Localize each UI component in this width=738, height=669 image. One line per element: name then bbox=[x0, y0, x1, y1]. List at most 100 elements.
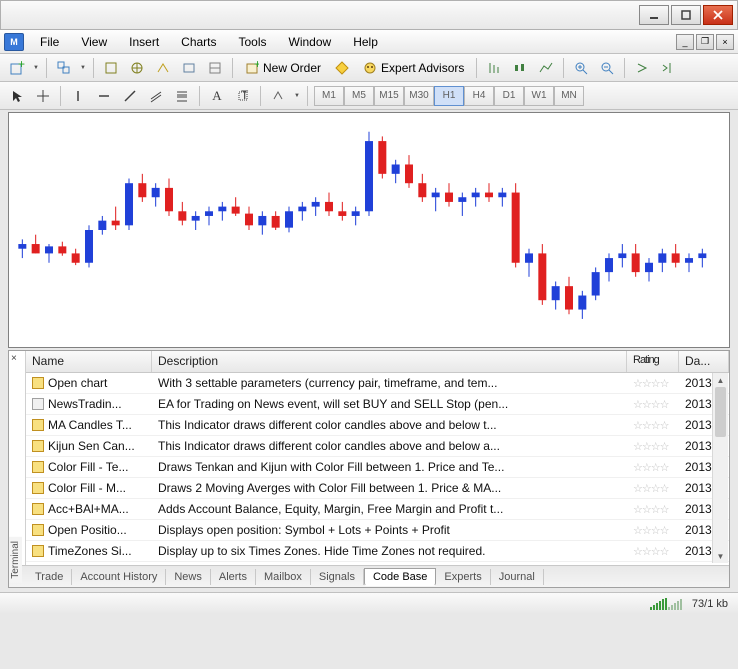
drawing-toolbar: A T ▼ M1M5M15M30H1H4D1W1MN bbox=[0, 82, 738, 110]
menu-window[interactable]: Window bbox=[283, 33, 338, 51]
timeframe-d1[interactable]: D1 bbox=[494, 86, 524, 106]
menu-tools[interactable]: Tools bbox=[233, 33, 273, 51]
item-name: NewsTradin... bbox=[48, 397, 122, 411]
profiles-icon[interactable] bbox=[53, 57, 75, 79]
timeframe-m15[interactable]: M15 bbox=[374, 86, 404, 106]
item-rating[interactable]: ☆☆☆☆ bbox=[627, 480, 679, 497]
scroll-thumb[interactable] bbox=[715, 387, 726, 437]
cursor-icon[interactable] bbox=[6, 85, 28, 107]
menu-view[interactable]: View bbox=[75, 33, 113, 51]
tab-mailbox[interactable]: Mailbox bbox=[256, 569, 311, 585]
new-order-button[interactable]: + New Order bbox=[239, 57, 327, 79]
timeframe-h1[interactable]: H1 bbox=[434, 86, 464, 106]
mdi-close-button[interactable]: × bbox=[716, 34, 734, 50]
line-chart-icon[interactable] bbox=[535, 57, 557, 79]
column-rating[interactable]: Rating bbox=[627, 351, 679, 372]
auto-scroll-icon[interactable] bbox=[631, 57, 653, 79]
tab-news[interactable]: News bbox=[166, 569, 211, 585]
candlestick-icon[interactable] bbox=[509, 57, 531, 79]
menu-insert[interactable]: Insert bbox=[123, 33, 165, 51]
timeframe-w1[interactable]: W1 bbox=[524, 86, 554, 106]
item-rating[interactable]: ☆☆☆☆ bbox=[627, 501, 679, 518]
dropdown-icon[interactable]: ▼ bbox=[293, 93, 301, 99]
expert-advisors-button[interactable]: Expert Advisors bbox=[357, 57, 470, 79]
menu-help[interactable]: Help bbox=[347, 33, 384, 51]
timeframe-m5[interactable]: M5 bbox=[344, 86, 374, 106]
table-row[interactable]: NewsTradin...EA for Trading on News even… bbox=[26, 394, 729, 415]
dropdown-icon[interactable]: ▼ bbox=[79, 65, 87, 71]
item-rating[interactable]: ☆☆☆☆ bbox=[627, 522, 679, 539]
menu-charts[interactable]: Charts bbox=[175, 33, 222, 51]
tab-code-base[interactable]: Code Base bbox=[364, 568, 436, 586]
text-label-icon[interactable]: T bbox=[232, 85, 254, 107]
new-chart-icon[interactable]: + bbox=[6, 57, 28, 79]
tab-trade[interactable]: Trade bbox=[27, 569, 72, 585]
fibonacci-icon[interactable] bbox=[171, 85, 193, 107]
chart-shift-icon[interactable] bbox=[657, 57, 679, 79]
navigator-icon[interactable] bbox=[126, 57, 148, 79]
expert-advisors-label: Expert Advisors bbox=[381, 61, 464, 75]
arrows-icon[interactable] bbox=[267, 85, 289, 107]
item-rating[interactable]: ☆☆☆☆ bbox=[627, 375, 679, 392]
tab-signals[interactable]: Signals bbox=[311, 569, 364, 585]
item-icon bbox=[32, 545, 44, 557]
vertical-line-icon[interactable] bbox=[67, 85, 89, 107]
tab-alerts[interactable]: Alerts bbox=[211, 569, 256, 585]
item-icon bbox=[32, 461, 44, 473]
tab-experts[interactable]: Experts bbox=[436, 569, 490, 585]
item-icon bbox=[32, 503, 44, 515]
trendline-icon[interactable] bbox=[119, 85, 141, 107]
timeframe-m30[interactable]: M30 bbox=[404, 86, 434, 106]
equidistant-channel-icon[interactable] bbox=[145, 85, 167, 107]
tab-account-history[interactable]: Account History bbox=[72, 569, 166, 585]
table-row[interactable]: Open chartWith 3 settable parameters (cu… bbox=[26, 373, 729, 394]
item-rating[interactable]: ☆☆☆☆ bbox=[627, 459, 679, 476]
item-description: Draws Tenkan and Kijun with Color Fill b… bbox=[152, 458, 627, 476]
column-name[interactable]: Name bbox=[26, 351, 152, 372]
timeframe-h4[interactable]: H4 bbox=[464, 86, 494, 106]
timeframe-m1[interactable]: M1 bbox=[314, 86, 344, 106]
timeframe-mn[interactable]: MN bbox=[554, 86, 584, 106]
data-window-icon[interactable] bbox=[152, 57, 174, 79]
dropdown-icon[interactable]: ▼ bbox=[32, 65, 40, 71]
table-row[interactable]: TimeZones Si...Display up to six Times Z… bbox=[26, 541, 729, 562]
minimize-button[interactable] bbox=[639, 5, 669, 25]
mdi-restore-button[interactable]: ❐ bbox=[696, 34, 714, 50]
metaeditor-icon[interactable] bbox=[331, 57, 353, 79]
vertical-scrollbar[interactable]: ▲ ▼ bbox=[712, 373, 728, 563]
zoom-in-icon[interactable] bbox=[570, 57, 592, 79]
column-description[interactable]: Description bbox=[152, 351, 627, 372]
column-date[interactable]: Da... bbox=[679, 351, 729, 372]
item-rating[interactable]: ☆☆☆☆ bbox=[627, 417, 679, 434]
item-name: MA Candles T... bbox=[48, 418, 132, 432]
table-row[interactable]: Open Positio...Displays open position: S… bbox=[26, 520, 729, 541]
table-row[interactable]: Kijun Sen Can...This Indicator draws dif… bbox=[26, 436, 729, 457]
market-watch-icon[interactable] bbox=[100, 57, 122, 79]
svg-text:+: + bbox=[254, 61, 259, 71]
app-icon: M bbox=[4, 33, 24, 51]
table-row[interactable]: Color Fill - Te...Draws Tenkan and Kijun… bbox=[26, 457, 729, 478]
tab-journal[interactable]: Journal bbox=[491, 569, 544, 585]
item-rating[interactable]: ☆☆☆☆ bbox=[627, 396, 679, 413]
zoom-out-icon[interactable] bbox=[596, 57, 618, 79]
scroll-up-icon[interactable]: ▲ bbox=[713, 373, 728, 387]
item-rating[interactable]: ☆☆☆☆ bbox=[627, 438, 679, 455]
maximize-button[interactable] bbox=[671, 5, 701, 25]
horizontal-line-icon[interactable] bbox=[93, 85, 115, 107]
text-icon[interactable]: A bbox=[206, 85, 228, 107]
scroll-down-icon[interactable]: ▼ bbox=[713, 549, 728, 563]
table-row[interactable]: Color Fill - M...Draws 2 Moving Averges … bbox=[26, 478, 729, 499]
menu-file[interactable]: File bbox=[34, 33, 65, 51]
mdi-minimize-button[interactable]: _ bbox=[676, 34, 694, 50]
table-row[interactable]: MA Candles T...This Indicator draws diff… bbox=[26, 415, 729, 436]
transfer-status: 73/1 kb bbox=[692, 598, 728, 610]
strategy-tester-icon[interactable] bbox=[204, 57, 226, 79]
bar-chart-icon[interactable] bbox=[483, 57, 505, 79]
item-rating[interactable]: ☆☆☆☆ bbox=[627, 543, 679, 560]
table-row[interactable]: Acc+BAl+MA...Adds Account Balance, Equit… bbox=[26, 499, 729, 520]
candlestick-chart[interactable] bbox=[8, 112, 730, 348]
close-panel-icon[interactable]: × bbox=[11, 353, 23, 365]
terminal-icon[interactable] bbox=[178, 57, 200, 79]
close-button[interactable] bbox=[703, 5, 733, 25]
crosshair-icon[interactable] bbox=[32, 85, 54, 107]
